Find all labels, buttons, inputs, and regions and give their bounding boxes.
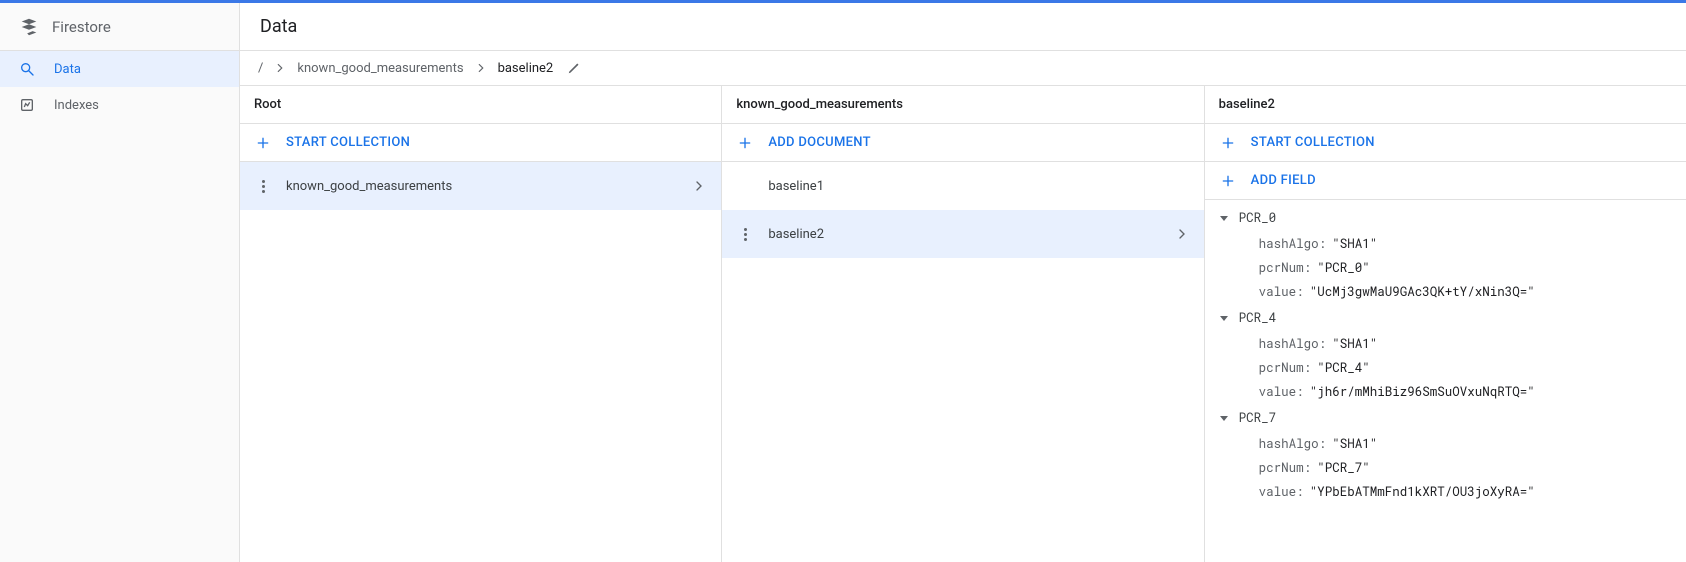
document-row-label: baseline2 (768, 227, 824, 242)
panel-root-title: Root (240, 86, 721, 124)
field-value: PCR_0 (1317, 260, 1370, 276)
field-key: pcrNum (1259, 260, 1312, 276)
start-subcollection-button[interactable]: START COLLECTION (1205, 124, 1686, 162)
document-row-label: baseline1 (768, 179, 824, 194)
indexes-icon (18, 96, 36, 114)
field-property[interactable]: value UcMj3gwMaU9GAc3QK+tY/xNin3Q= (1205, 280, 1686, 304)
start-collection-button[interactable]: START COLLECTION (240, 124, 721, 162)
field-value: PCR_4 (1317, 360, 1370, 376)
chevron-right-icon (474, 61, 488, 75)
field-value: UcMj3gwMaU9GAc3QK+tY/xNin3Q= (1310, 284, 1535, 300)
sidebar-item-label: Indexes (54, 98, 99, 113)
document-row[interactable]: baseline2 (722, 210, 1203, 258)
field-property[interactable]: pcrNum PCR_4 (1205, 356, 1686, 380)
pencil-icon[interactable] (567, 61, 581, 75)
field-property[interactable]: pcrNum PCR_7 (1205, 456, 1686, 480)
field-property[interactable]: value jh6r/mMhiBiz96SmSuOVxuNqRTQ= (1205, 380, 1686, 404)
field-key: value (1259, 484, 1304, 500)
chevron-right-icon (1174, 226, 1190, 242)
main: Data / known_good_measurements baseline2… (240, 3, 1686, 562)
panel-collection-title: known_good_measurements (722, 86, 1203, 124)
field-key: pcrNum (1259, 360, 1312, 376)
field-expand-toggle[interactable]: PCR_4 (1205, 304, 1686, 332)
breadcrumb-document[interactable]: baseline2 (494, 61, 558, 76)
field-expand-toggle[interactable]: PCR_0 (1205, 204, 1686, 232)
collection-row-label: known_good_measurements (286, 179, 452, 194)
add-document-button[interactable]: ADD DOCUMENT (722, 124, 1203, 162)
field-property[interactable]: pcrNum PCR_0 (1205, 256, 1686, 280)
field-key: hashAlgo (1259, 336, 1327, 352)
field-name: PCR_0 (1239, 210, 1277, 226)
product-name: Firestore (52, 18, 111, 36)
panel-collection: known_good_measurements ADD DOCUMENT bas… (722, 86, 1204, 562)
sidebar: Firestore Data Indexes (0, 3, 240, 562)
field-property[interactable]: hashAlgo SHA1 (1205, 332, 1686, 356)
search-icon (18, 60, 36, 78)
field-property[interactable]: hashAlgo SHA1 (1205, 432, 1686, 456)
field-group: PCR_7hashAlgo SHA1pcrNum PCR_7value YPbE… (1205, 404, 1686, 504)
plus-icon (1219, 172, 1237, 190)
add-field-button[interactable]: ADD FIELD (1205, 162, 1686, 200)
field-key: value (1259, 284, 1304, 300)
triangle-down-icon (1219, 213, 1231, 223)
field-value: SHA1 (1332, 336, 1377, 352)
field-group: PCR_0hashAlgo SHA1pcrNum PCR_0value UcMj… (1205, 204, 1686, 304)
panel-document-title: baseline2 (1205, 86, 1686, 124)
collection-row[interactable]: known_good_measurements (240, 162, 721, 210)
document-row[interactable]: baseline1 (722, 162, 1203, 210)
field-key: hashAlgo (1259, 436, 1327, 452)
triangle-down-icon (1219, 413, 1231, 423)
field-value: SHA1 (1332, 236, 1377, 252)
field-value: PCR_7 (1317, 460, 1370, 476)
plus-icon (254, 134, 272, 152)
plus-icon (1219, 134, 1237, 152)
field-expand-toggle[interactable]: PCR_7 (1205, 404, 1686, 432)
chevron-right-icon (691, 178, 707, 194)
field-property[interactable]: value YPbEbATMmFnd1kXRT/OU3joXyRA= (1205, 480, 1686, 504)
field-value: jh6r/mMhiBiz96SmSuOVxuNqRTQ= (1310, 384, 1535, 400)
field-value: YPbEbATMmFnd1kXRT/OU3joXyRA= (1310, 484, 1535, 500)
firestore-logo-icon (18, 16, 40, 38)
sidebar-item-data[interactable]: Data (0, 51, 239, 87)
field-name: PCR_4 (1239, 310, 1277, 326)
page-title: Data (240, 3, 1686, 51)
breadcrumb: / known_good_measurements baseline2 (240, 51, 1686, 85)
field-key: pcrNum (1259, 460, 1312, 476)
breadcrumb-collection[interactable]: known_good_measurements (293, 61, 467, 76)
field-property[interactable]: hashAlgo SHA1 (1205, 232, 1686, 256)
more-menu-icon[interactable] (254, 180, 272, 193)
breadcrumb-root[interactable]: / (254, 61, 267, 76)
field-key: value (1259, 384, 1304, 400)
product-header: Firestore (0, 3, 239, 51)
field-value: SHA1 (1332, 436, 1377, 452)
field-group: PCR_4hashAlgo SHA1pcrNum PCR_4value jh6r… (1205, 304, 1686, 404)
plus-icon (736, 134, 754, 152)
panel-root: Root START COLLECTION known_good_measure… (240, 86, 722, 562)
field-name: PCR_7 (1239, 410, 1277, 426)
sidebar-item-indexes[interactable]: Indexes (0, 87, 239, 123)
sidebar-item-label: Data (54, 62, 81, 77)
more-menu-icon[interactable] (736, 228, 754, 241)
field-key: hashAlgo (1259, 236, 1327, 252)
chevron-right-icon (273, 61, 287, 75)
panel-document: baseline2 START COLLECTION ADD FIELD PCR… (1205, 86, 1686, 562)
triangle-down-icon (1219, 313, 1231, 323)
